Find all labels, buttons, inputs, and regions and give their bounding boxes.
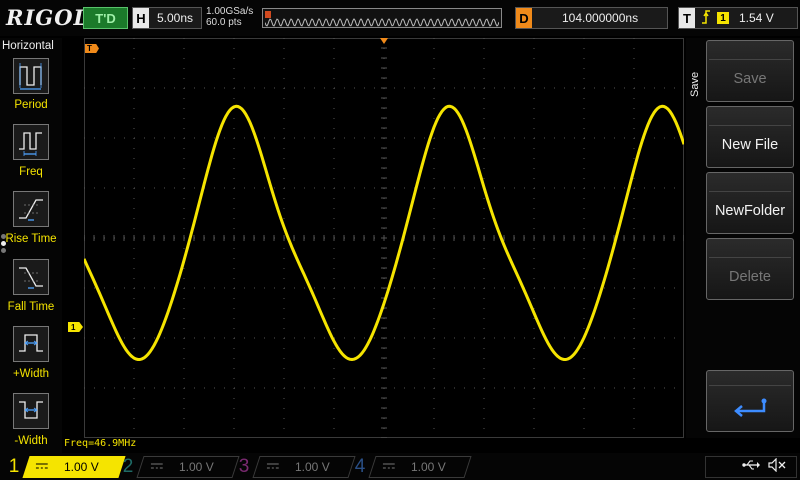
status-icons [705, 456, 797, 478]
delay-label: D [516, 8, 532, 28]
channel-3-scale: 1.00 V [295, 459, 330, 474]
rising-edge-icon [701, 9, 711, 27]
trigger-position-marker[interactable]: T [85, 44, 99, 53]
channel-1-tab[interactable]: 1 1.00 V [4, 453, 126, 480]
measure-positive-width-label: +Width [12, 368, 50, 380]
acquisition-info: 1.00GSa/s 60.0 pts [206, 6, 253, 28]
memory-depth: 60.0 pts [206, 17, 242, 28]
trigger-status-badge[interactable]: T'D [83, 7, 128, 29]
measurement-category-title: Horizontal [2, 40, 54, 52]
trigger-level-value: 1.54 V [739, 11, 774, 25]
trigger-readout[interactable]: T 1 1.54 V [678, 7, 798, 29]
save-button-label: Save [709, 59, 791, 97]
horizontal-delay-readout[interactable]: D 104.000000ns [515, 7, 668, 29]
measure-period-button[interactable]: Period [0, 56, 62, 122]
channel-3-number: 3 [238, 455, 250, 477]
rise-time-icon [13, 191, 49, 227]
dc-coupling-icon [36, 461, 48, 472]
trigger-label: T [679, 8, 695, 28]
brand-logo: RIGOL [6, 5, 90, 30]
channel-3-setting: 1.00 V [252, 455, 356, 478]
freq-icon [13, 124, 49, 160]
channel-4-tab[interactable]: 4 1.00 V [350, 453, 472, 480]
return-button[interactable] [706, 370, 794, 432]
save-menu-title: Save [689, 71, 701, 97]
dc-coupling-icon [267, 461, 279, 472]
channel-2-scale: 1.00 V [179, 459, 214, 474]
delete-button-label: Delete [709, 257, 791, 295]
trigger-source-badge: 1 [717, 12, 729, 24]
timebase-value: 5.00ns [157, 11, 194, 25]
measure-rise-time-label: Rise Time [5, 233, 57, 245]
frequency-measurement-readout: Freq=46.9MHz [64, 438, 137, 449]
measure-positive-width-button[interactable]: +Width [0, 324, 62, 390]
channel-marker-label: 1 [71, 322, 76, 332]
speaker-muted-icon[interactable] [768, 457, 786, 477]
top-status-bar: RIGOL T'D H 5.00ns 1.00GSa/s 60.0 pts D … [0, 0, 800, 36]
channel-3-tab[interactable]: 3 1.00 V [234, 453, 356, 480]
dc-coupling-icon [151, 461, 163, 472]
channel-status-bar: 1 1.00 V 2 1.00 V 3 1.00 V 4 1.00 V [0, 453, 800, 480]
channel-1-trace [84, 104, 684, 361]
channel-2-number: 2 [122, 455, 134, 477]
new-folder-button-label: NewFolder [709, 191, 791, 229]
delay-value: 104.000000ns [562, 11, 639, 25]
channel-1-scale: 1.00 V [64, 459, 99, 474]
measure-negative-width-label: -Width [14, 435, 48, 447]
measure-rise-time-button[interactable]: Rise Time [0, 190, 62, 256]
channel-2-setting: 1.00 V [136, 455, 240, 478]
channel-1-setting: 1.00 V [22, 455, 126, 478]
waveform-display[interactable] [84, 38, 684, 438]
measure-period-label: Period [14, 99, 48, 111]
channel-4-setting: 1.00 V [368, 455, 472, 478]
channel-2-tab[interactable]: 2 1.00 V [118, 453, 240, 480]
measure-negative-width-button[interactable]: -Width [0, 390, 62, 456]
trigger-marker-label: T [87, 44, 92, 53]
channel-4-number: 4 [354, 455, 366, 477]
new-folder-button[interactable]: NewFolder [706, 172, 794, 234]
negative-width-icon [13, 393, 49, 429]
return-arrow-icon [709, 385, 791, 431]
memory-waveform-preview [265, 18, 499, 27]
memory-window-marker [265, 11, 271, 18]
measure-freq-button[interactable]: Freq [0, 124, 62, 190]
measure-fall-time-button[interactable]: Fall Time [0, 256, 62, 322]
usb-icon [742, 458, 760, 476]
channel-1-offset-marker[interactable]: 1 [68, 322, 83, 332]
delete-button[interactable]: Delete [706, 238, 794, 300]
timebase-label: H [133, 8, 149, 28]
measurement-menu: Horizontal Period Freq Rise Time Fall Ti… [0, 38, 62, 453]
new-file-button-label: New File [709, 125, 791, 163]
save-button[interactable]: Save [706, 40, 794, 102]
dc-coupling-icon [383, 461, 395, 472]
measure-fall-time-label: Fall Time [7, 301, 55, 313]
positive-width-icon [13, 326, 49, 362]
memory-position-bar[interactable] [262, 8, 502, 28]
measure-freq-label: Freq [19, 166, 43, 178]
new-file-button[interactable]: New File [706, 106, 794, 168]
fall-time-icon [13, 259, 49, 295]
timebase-readout[interactable]: H 5.00ns [132, 7, 202, 29]
sample-rate: 1.00GSa/s [206, 6, 254, 17]
period-icon [13, 58, 49, 94]
channel-4-scale: 1.00 V [411, 459, 446, 474]
channel-1-number: 1 [8, 455, 20, 477]
